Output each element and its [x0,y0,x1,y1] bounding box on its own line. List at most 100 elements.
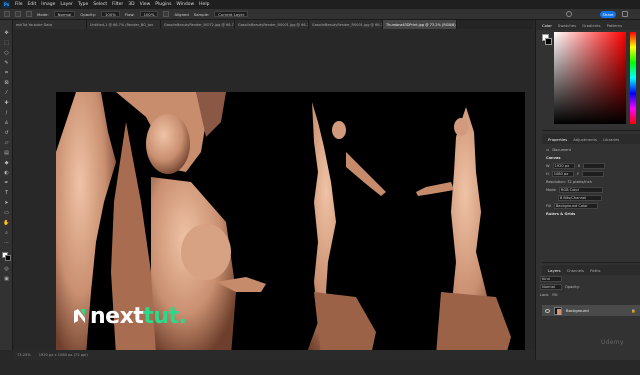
layers-panel-tabs: Layers Channels Paths [542,265,640,275]
eraser-tool-icon[interactable]: ▱ [3,140,10,146]
document-tab[interactable]: GasolinBeautyRender_R0001.jpg @ 66.7 [235,20,309,29]
y-field[interactable] [581,171,604,177]
clone-stamp-tool-icon[interactable] [15,11,21,17]
fill-label: Fill [546,204,551,208]
tab-properties[interactable]: Properties [548,137,567,142]
move-tool-icon[interactable]: ✥ [3,30,10,36]
color-panel [542,32,638,127]
layer-opacity-label: Opacity: [565,285,580,289]
tab-swatches[interactable]: Swatches [558,23,576,28]
document-tab[interactable]: Untitled-1 @ 66.7% (Render_BG_tex [87,20,161,29]
sample-select[interactable]: Current Layer [214,11,249,17]
gradient-tool-icon[interactable]: ▤ [3,150,10,156]
frame-tool-icon[interactable]: ⊠ [3,80,10,86]
brush-tool-icon[interactable]: ∕ [3,110,10,116]
share-button[interactable]: Share [600,11,616,18]
menu-plugins[interactable]: Plugins [155,2,171,7]
visibility-eye-icon[interactable] [545,308,550,313]
right-panel-dock: Color Swatches Gradients Patterns Proper… [535,20,640,360]
zoom-tool-icon[interactable]: ⌕ [3,230,10,236]
menu-edit[interactable]: Edit [28,2,37,7]
layers-controls: Kind Normal Opacity: Lock: Fill: [536,275,634,305]
mode-select[interactable]: Normal [53,11,76,17]
document-tab[interactable]: GasolinBeautyRender_MO72.jpg @ 66.7 [161,20,235,29]
brush-preset-picker[interactable] [26,11,32,17]
search-icon[interactable] [566,11,572,17]
width-label: W [546,164,550,168]
layer-row-background[interactable]: Background 🔒 [542,305,640,316]
document-tab-active[interactable]: Thumbnail3DPrint.jpg @ 73.2% (RGB/8) [383,20,457,29]
tab-layers[interactable]: Layers [548,268,561,273]
document-tabs: eshTut Youtube Data Untitled-1 @ 66.7% (… [13,20,533,29]
eyedropper-tool-icon[interactable]: ⁄ [3,90,10,96]
menu-filter[interactable]: Filter [112,2,123,7]
quick-select-tool-icon[interactable]: ✎ [3,60,10,66]
tab-paths[interactable]: Paths [590,268,600,273]
crop-tool-icon[interactable]: ⌗ [3,70,10,76]
screen-mode-icon[interactable]: ▣ [3,276,10,282]
photoshop-logo-icon: Ps [3,1,10,8]
tab-gradients[interactable]: Gradients [582,23,601,28]
menu-layer[interactable]: Layer [60,2,73,7]
color-field[interactable] [554,32,626,124]
flow-field[interactable]: 100% [139,11,159,17]
mode-label: Mode: [37,11,49,17]
aligned-checkbox[interactable] [163,11,170,17]
layer-thumbnail [554,306,562,315]
pen-tool-icon[interactable]: ✒ [3,180,10,186]
blur-tool-icon[interactable]: ◆ [3,160,10,166]
color-mode-select[interactable]: RGB Color [558,187,603,193]
history-brush-icon[interactable]: ↺ [3,130,10,136]
hand-tool-icon[interactable]: ✋ [3,220,10,226]
quick-mask-icon[interactable]: ◎ [3,266,10,272]
menu-select[interactable]: Select [93,2,107,7]
opacity-field[interactable]: 100% [100,11,120,17]
menu-type[interactable]: Type [78,2,88,7]
width-field[interactable]: 1920 px [552,163,575,169]
menu-help[interactable]: Help [199,2,209,7]
document-canvas[interactable]: nexttut. [56,92,525,355]
tools-panel: ✥ ⬚ ○ ✎ ⌗ ⊠ ⁄ ✚ ∕ ♙ ↺ ▱ ▤ ◆ ◐ ✒ T ➤ ▭ ✋ … [0,20,13,350]
menu-window[interactable]: Window [176,2,194,7]
panel-divider [542,262,640,263]
marquee-tool-icon[interactable]: ⬚ [3,40,10,46]
bit-depth-select[interactable]: 8 Bits/Channel [558,195,602,201]
menu-view[interactable]: View [140,2,151,7]
layer-filter-kind[interactable]: Kind [540,276,562,282]
hue-slider[interactable] [630,32,636,124]
workspace-icon[interactable] [622,11,628,17]
tab-patterns[interactable]: Patterns [607,23,623,28]
tab-color[interactable]: Color [542,23,552,28]
fill-select[interactable]: Background Color [553,203,598,209]
home-icon[interactable] [4,11,10,17]
height-field[interactable]: 1080 px [551,171,574,177]
tab-adjustments[interactable]: Adjustments [573,137,597,142]
layer-name[interactable]: Background [566,308,589,313]
background-color-swatch[interactable] [5,255,11,261]
path-select-tool-icon[interactable]: ➤ [3,200,10,206]
document-tab[interactable]: eshTut Youtube Data [13,20,87,29]
menu-file[interactable]: File [15,2,23,7]
tab-libraries[interactable]: Libraries [603,137,619,142]
canvas-section-title[interactable]: Canvas [542,154,640,162]
tab-channels[interactable]: Channels [567,268,585,273]
properties-panel-tabs: Properties Adjustments Libraries [542,134,640,144]
clone-stamp-icon[interactable]: ♙ [3,120,10,126]
rectangle-tool-icon[interactable]: ▭ [3,210,10,216]
layer-blend-mode[interactable]: Normal [540,284,562,290]
canvas-area[interactable]: nexttut. [13,29,535,355]
menu-image[interactable]: Image [41,2,55,7]
lock-icon[interactable]: 🔒 [631,308,636,313]
dodge-tool-icon[interactable]: ◐ [3,170,10,176]
document-tab[interactable]: GasolinBeautyRender_R0001.jpg @ 66.7 [309,20,383,29]
lasso-tool-icon[interactable]: ○ [3,50,10,56]
sample-label: Sample: [193,11,210,17]
rulers-grids-section-title[interactable]: Rulers & Grids [542,210,640,218]
healing-brush-tool-icon[interactable]: ✚ [3,100,10,106]
more-tools-icon[interactable]: ⋯ [3,240,10,246]
type-tool-icon[interactable]: T [3,190,10,196]
x-field[interactable] [583,163,606,169]
background-color-chip[interactable] [545,38,552,45]
menu-3d[interactable]: 3D [128,2,134,7]
zoom-level[interactable]: 73.25% [17,353,31,357]
